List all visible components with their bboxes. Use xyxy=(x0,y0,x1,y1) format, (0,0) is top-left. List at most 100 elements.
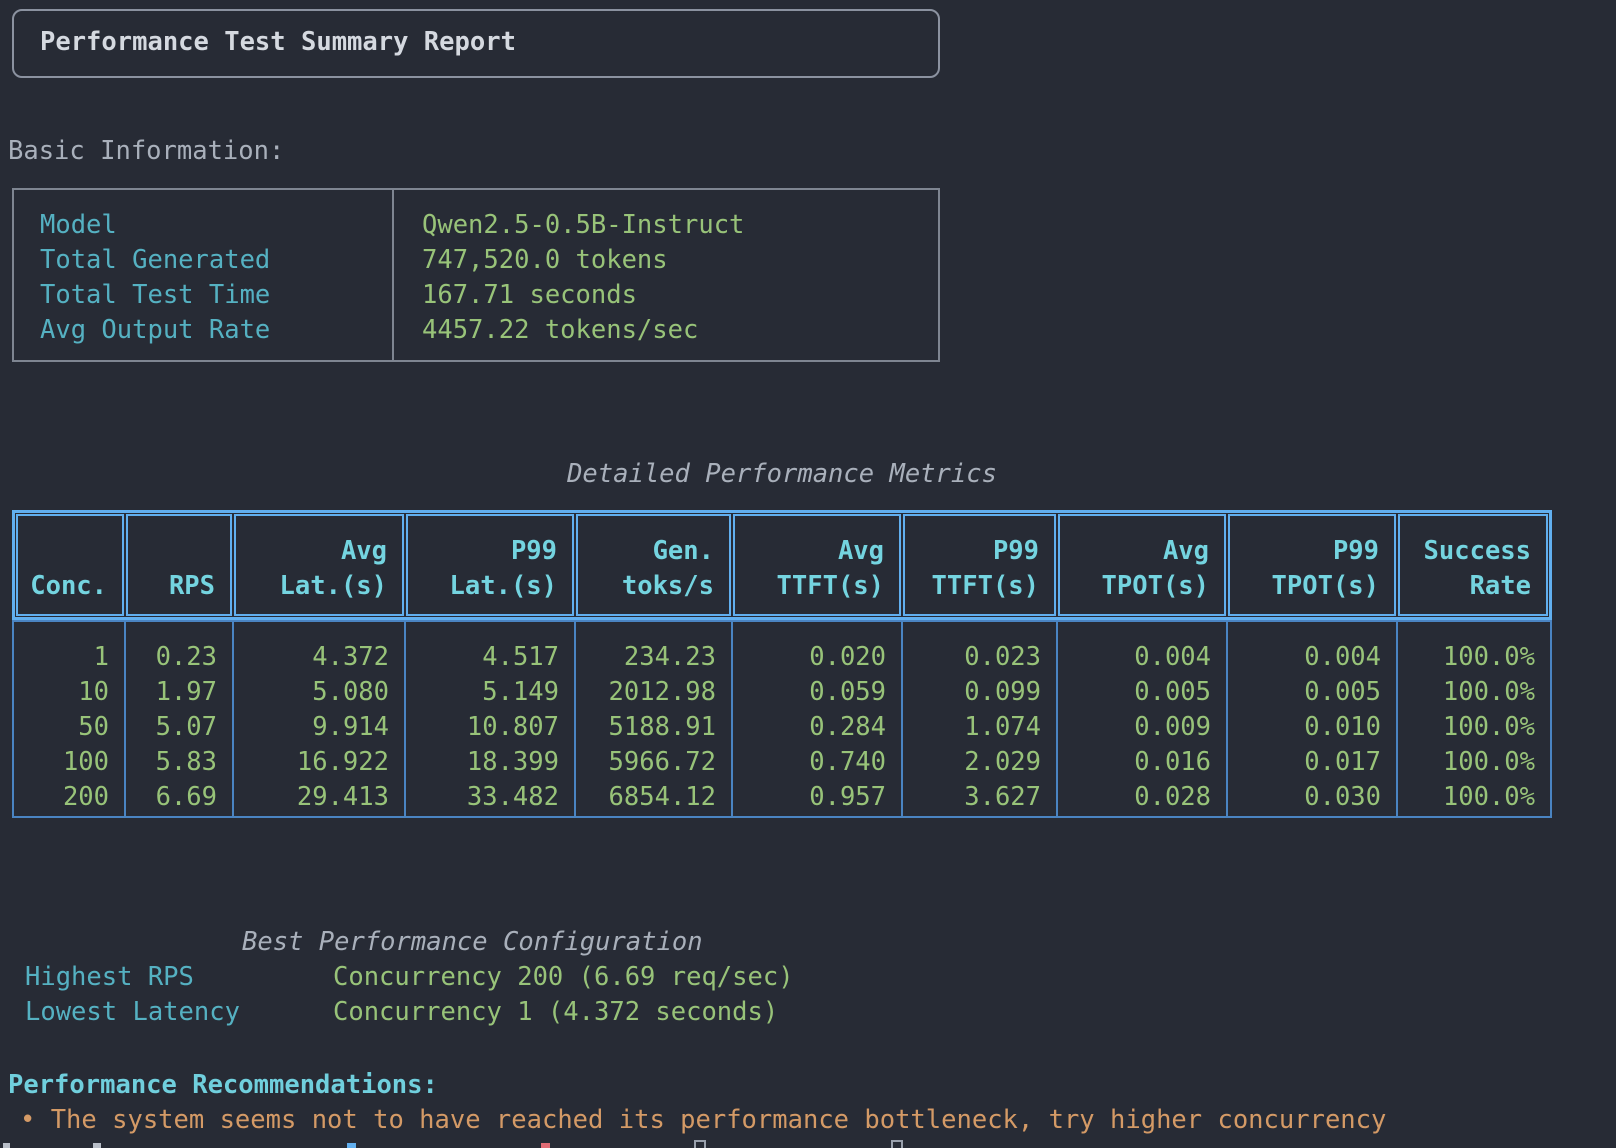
basic-info-label: Avg Output Rate xyxy=(14,313,392,348)
metric-value: 0.099 xyxy=(903,675,1056,710)
metric-value: 5966.72 xyxy=(576,745,731,780)
column-header-p99-ttft: P99 TTFT(s) xyxy=(903,514,1056,616)
column-header-gen-toks: Gen. toks/s xyxy=(576,514,731,616)
basic-info-value: Qwen2.5-0.5B-Instruct xyxy=(392,208,938,243)
metric-value: 100.0% xyxy=(1398,745,1550,780)
column-header-conc: Conc. xyxy=(16,514,124,616)
metric-value: 0.005 xyxy=(1058,675,1226,710)
basic-info-row: Total Test Time 167.71 seconds xyxy=(14,278,938,313)
glyph-top-fragment xyxy=(93,1143,101,1148)
column-header-avg-tpot: Avg TPOT(s) xyxy=(1058,514,1226,616)
best-config-value: Concurrency 200 (6.69 req/sec) xyxy=(333,960,794,995)
metric-value: 0.004 xyxy=(1058,640,1226,675)
basic-info-table: Model Qwen2.5-0.5B-Instruct Total Genera… xyxy=(12,188,940,362)
metric-value: 0.284 xyxy=(733,710,901,745)
metrics-column: 234.232012.985188.915966.726854.12 xyxy=(574,622,731,816)
metric-value: 100.0% xyxy=(1398,640,1550,675)
column-header-p99-tpot: P99 TPOT(s) xyxy=(1228,514,1396,616)
best-config-value: Concurrency 1 (4.372 seconds) xyxy=(333,995,778,1030)
metric-value: 0.059 xyxy=(733,675,901,710)
metric-value: 10.807 xyxy=(406,710,574,745)
metric-value: 0.004 xyxy=(1228,640,1396,675)
metric-value: 50 xyxy=(14,710,124,745)
column-header-success-rate: Success Rate xyxy=(1398,514,1548,616)
recommendations-heading: Performance Recommendations: xyxy=(8,1068,438,1103)
metrics-column: 100.0%100.0%100.0%100.0%100.0% xyxy=(1396,622,1550,816)
metric-value: 0.030 xyxy=(1228,780,1396,815)
metrics-column: 11050100200 xyxy=(14,622,124,816)
metric-value: 0.009 xyxy=(1058,710,1226,745)
metric-value: 4.517 xyxy=(406,640,574,675)
metrics-column: 0.231.975.075.836.69 xyxy=(124,622,232,816)
glyph-top-fragment xyxy=(541,1143,550,1148)
metric-value: 234.23 xyxy=(576,640,731,675)
metric-value: 200 xyxy=(14,780,124,815)
basic-info-label: Total Test Time xyxy=(14,278,392,313)
metric-value: 0.017 xyxy=(1228,745,1396,780)
tofu-box-fragment xyxy=(694,1140,706,1148)
metrics-column: 0.0200.0590.2840.7400.957 xyxy=(731,622,901,816)
metric-value: 5.149 xyxy=(406,675,574,710)
glyph-top-fragment xyxy=(3,1143,10,1148)
metric-value: 18.399 xyxy=(406,745,574,780)
basic-info-value: 747,520.0 tokens xyxy=(392,243,938,278)
metric-value: 1 xyxy=(14,640,124,675)
metric-value: 100.0% xyxy=(1398,780,1550,815)
metric-value: 4.372 xyxy=(234,640,404,675)
metric-value: 5188.91 xyxy=(576,710,731,745)
metric-value: 0.957 xyxy=(733,780,901,815)
column-header-rps: RPS xyxy=(126,514,232,616)
metric-value: 0.005 xyxy=(1228,675,1396,710)
metric-value: 0.010 xyxy=(1228,710,1396,745)
metrics-column: 0.0230.0991.0742.0293.627 xyxy=(901,622,1056,816)
glyph-top-fragment xyxy=(347,1143,356,1148)
metric-value: 0.016 xyxy=(1058,745,1226,780)
basic-info-heading: Basic Information: xyxy=(8,134,284,169)
metric-value: 100 xyxy=(14,745,124,780)
basic-info-column-divider xyxy=(392,190,394,360)
basic-info-row: Avg Output Rate 4457.22 tokens/sec xyxy=(14,313,938,348)
metrics-column: 0.0040.0050.0090.0160.028 xyxy=(1056,622,1226,816)
metric-value: 16.922 xyxy=(234,745,404,780)
metrics-column: 0.0040.0050.0100.0170.030 xyxy=(1226,622,1396,816)
metric-value: 9.914 xyxy=(234,710,404,745)
best-config-caption: Best Performance Configuration xyxy=(242,925,703,960)
terminal-screen: Performance Test Summary Report Basic In… xyxy=(0,0,1616,1148)
basic-info-label: Total Generated xyxy=(14,243,392,278)
metric-value: 2.029 xyxy=(903,745,1056,780)
best-config-row: Highest RPS Concurrency 200 (6.69 req/se… xyxy=(0,960,960,995)
metric-value: 33.482 xyxy=(406,780,574,815)
metric-value: 0.23 xyxy=(126,640,232,675)
report-title: Performance Test Summary Report xyxy=(40,25,516,60)
metric-value: 0.020 xyxy=(733,640,901,675)
metric-value: 100.0% xyxy=(1398,675,1550,710)
metric-value: 5.07 xyxy=(126,710,232,745)
metric-value: 100.0% xyxy=(1398,710,1550,745)
metric-value: 29.413 xyxy=(234,780,404,815)
metrics-table-caption: Detailed Performance Metrics xyxy=(12,457,1552,492)
metrics-column: 4.3725.0809.91416.92229.413 xyxy=(232,622,404,816)
metric-value: 6.69 xyxy=(126,780,232,815)
metric-value: 1.074 xyxy=(903,710,1056,745)
best-config-label: Lowest Latency xyxy=(25,995,240,1030)
metric-value: 1.97 xyxy=(126,675,232,710)
metrics-table-header: Conc. RPS Avg Lat.(s) P99 Lat.(s) Gen. t… xyxy=(12,510,1552,620)
metrics-column: 4.5175.14910.80718.39933.482 xyxy=(404,622,574,816)
column-header-avg-ttft: Avg TTFT(s) xyxy=(733,514,901,616)
recommendation-item: • The system seems not to have reached i… xyxy=(20,1103,1386,1138)
metric-value: 10 xyxy=(14,675,124,710)
metric-value: 5.080 xyxy=(234,675,404,710)
best-config-row: Lowest Latency Concurrency 1 (4.372 seco… xyxy=(0,995,960,1030)
metric-value: 0.740 xyxy=(733,745,901,780)
column-header-avg-lat: Avg Lat.(s) xyxy=(234,514,404,616)
basic-info-row: Model Qwen2.5-0.5B-Instruct xyxy=(14,208,938,243)
metric-value: 0.028 xyxy=(1058,780,1226,815)
basic-info-value: 167.71 seconds xyxy=(392,278,938,313)
metric-value: 5.83 xyxy=(126,745,232,780)
basic-info-value: 4457.22 tokens/sec xyxy=(392,313,938,348)
metric-value: 3.627 xyxy=(903,780,1056,815)
metrics-body: 110501002000.231.975.075.836.694.3725.08… xyxy=(12,620,1552,818)
metric-value: 0.023 xyxy=(903,640,1056,675)
column-header-p99-lat: P99 Lat.(s) xyxy=(406,514,574,616)
basic-info-row: Total Generated 747,520.0 tokens xyxy=(14,243,938,278)
